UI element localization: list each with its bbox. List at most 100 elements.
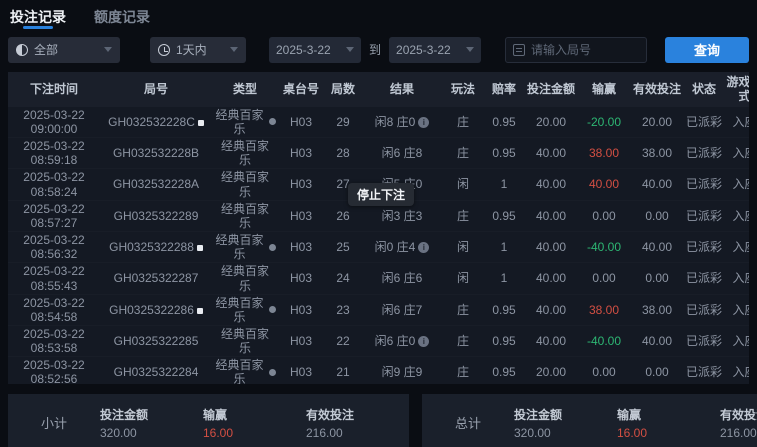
round-no-cell: 24 (336, 271, 350, 286)
status-cell: 已派彩 (685, 177, 722, 192)
bet-records-table: 下注时间局号类型桌台号局数结果玩法赔率投注金额输赢有效投注状态游戏模式 2025… (8, 72, 749, 384)
odds-cell: 0.95 (492, 208, 516, 223)
replay-dot-icon[interactable] (268, 118, 276, 126)
bet-amount-cell: 20.00 (535, 365, 567, 380)
odds-cell: 0.95 (492, 146, 516, 161)
to-label: 到 (369, 43, 382, 57)
subtotal-label: 小计 (40, 416, 67, 431)
bet-time-cell: 2025-03-22 08:55:43 (23, 264, 85, 293)
replay-dot-icon[interactable] (268, 368, 276, 376)
result-cell: 闲9 庄9 (381, 365, 423, 380)
table-row[interactable]: 2025-03-22 08:56:32 GH0325322288 经典百家乐 H03 25… (8, 232, 749, 263)
game-mode-cell: 入座 (732, 114, 749, 129)
table-no-cell: H03 (289, 177, 312, 192)
bet-amount-cell: 40.00 (535, 146, 567, 161)
summary-bar: 小计 投注金额 320.00 输赢 16.00 有效投注 216.00 总计 投… (8, 394, 757, 447)
game-mode-cell: 入座 (732, 334, 749, 349)
video-marker-icon[interactable] (196, 307, 203, 314)
date-from-picker[interactable]: 2025-3-22 (269, 36, 361, 63)
game-mode-cell: 入座 (732, 271, 749, 286)
result-cell: 闲8 庄0 (362, 107, 442, 138)
date-to-picker[interactable]: 2025-3-22 (389, 36, 482, 63)
total-valid-value: 216.00 (720, 425, 757, 440)
clock-icon (158, 43, 170, 56)
table-row[interactable]: 2025-03-22 08:52:56 GH0325322284 经典百家乐 H03 21… (8, 357, 749, 384)
play-type-cell: 闲 (456, 240, 469, 255)
win-loss-cell: 0.00 (592, 271, 616, 286)
half-filled-circle-icon (16, 43, 28, 56)
win-loss-cell: 38.00 (588, 146, 620, 161)
query-button[interactable]: 查询 (665, 36, 749, 63)
round-no-cell: 21 (336, 365, 350, 380)
status-cell: 已派彩 (685, 114, 722, 129)
round-id-cell: GH0325322286 (100, 294, 212, 325)
win-loss-cell: -20.00 (586, 114, 622, 129)
column-header: 投注金额 (524, 72, 578, 107)
round-no-cell: 25 (336, 240, 350, 255)
tab-quota-records[interactable]: 额度记录 (94, 7, 150, 30)
play-type-cell: 庄 (456, 208, 469, 223)
status-cell: 已派彩 (685, 334, 722, 349)
date-to-value: 2025-3-22 (396, 42, 451, 57)
result-cell: 闲6 庄7 (381, 302, 423, 317)
column-header: 局数 (324, 72, 362, 107)
play-type-cell: 庄 (456, 365, 469, 380)
total-win-label: 输赢 (617, 407, 642, 422)
total-label: 总计 (454, 416, 481, 431)
video-marker-icon[interactable] (197, 119, 204, 126)
video-marker-icon[interactable] (196, 244, 203, 251)
game-mode-cell: 入座 (732, 365, 749, 380)
game-mode-cell: 入座 (732, 240, 749, 255)
game-type-cell: 经典百家乐 (212, 232, 278, 263)
result-cell: 闲6 庄8 (381, 146, 423, 161)
subtotal-win-label: 输赢 (203, 407, 228, 422)
bet-time-cell: 2025-03-22 08:58:24 (23, 170, 85, 199)
bet-time-cell: 2025-03-22 08:57:27 (23, 201, 85, 230)
round-search-input[interactable] (531, 42, 640, 57)
column-header: 游戏模式 (724, 72, 749, 107)
time-range-dropdown[interactable]: 1天内 (150, 36, 246, 63)
round-number-icon (513, 43, 526, 56)
bet-time-cell: 2025-03-22 08:56:32 (23, 233, 85, 262)
bet-amount-cell: 40.00 (535, 240, 567, 255)
game-type-cell: 经典百家乐 (220, 201, 269, 230)
play-type-cell: 庄 (456, 302, 469, 317)
table-no-cell: H03 (289, 302, 312, 317)
round-no-cell: 23 (336, 302, 350, 317)
subtotal-panel: 小计 投注金额 320.00 输赢 16.00 有效投注 216.00 (8, 394, 409, 447)
round-id-cell: GH0325322289 (113, 208, 199, 223)
round-no-cell: 29 (336, 114, 350, 129)
valid-bet-cell: 38.00 (641, 146, 673, 161)
table-row[interactable]: 2025-03-22 08:55:43 GH0325322287 经典百家乐 H03 24… (8, 263, 749, 294)
round-no-cell: 22 (336, 334, 350, 349)
table-row[interactable]: 2025-03-22 08:59:18 GH032532228B 经典百家乐 H03 28… (8, 138, 749, 169)
column-header: 局号 (100, 72, 212, 107)
table-no-cell: H03 (289, 114, 312, 129)
tab-bet-records[interactable]: 投注记录 (10, 7, 66, 30)
valid-bet-cell: 0.00 (645, 365, 669, 380)
status-cell: 已派彩 (685, 302, 722, 317)
table-no-cell: H03 (289, 365, 312, 380)
odds-cell: 1 (500, 177, 508, 192)
table-row[interactable]: 2025-03-22 09:00:00 GH032532228C 经典百家乐 H03 29… (8, 107, 749, 138)
column-header: 输赢 (578, 72, 630, 107)
odds-cell: 1 (500, 240, 508, 255)
subtotal-win-value: 16.00 (203, 425, 234, 440)
table-row[interactable]: 2025-03-22 08:53:58 GH0325322285 经典百家乐 H03 22… (8, 325, 749, 356)
info-icon[interactable] (418, 242, 430, 254)
game-mode-cell: 入座 (732, 146, 749, 161)
info-icon[interactable] (418, 117, 430, 129)
valid-bet-cell: 38.00 (641, 302, 673, 317)
total-win-value: 16.00 (617, 425, 648, 440)
win-loss-cell: 38.00 (588, 302, 620, 317)
replay-dot-icon[interactable] (268, 243, 276, 251)
replay-dot-icon[interactable] (268, 306, 276, 314)
subtotal-bet-value: 320.00 (100, 425, 137, 440)
valid-bet-cell: 40.00 (641, 177, 673, 192)
status-cell: 已派彩 (685, 146, 722, 161)
table-row[interactable]: 2025-03-22 08:54:58 GH0325322286 经典百家乐 H03 23… (8, 294, 749, 325)
status-cell: 已派彩 (685, 365, 722, 380)
bet-type-dropdown[interactable]: 全部 (8, 36, 120, 63)
round-search-box[interactable] (505, 36, 648, 63)
info-icon[interactable] (418, 336, 430, 348)
